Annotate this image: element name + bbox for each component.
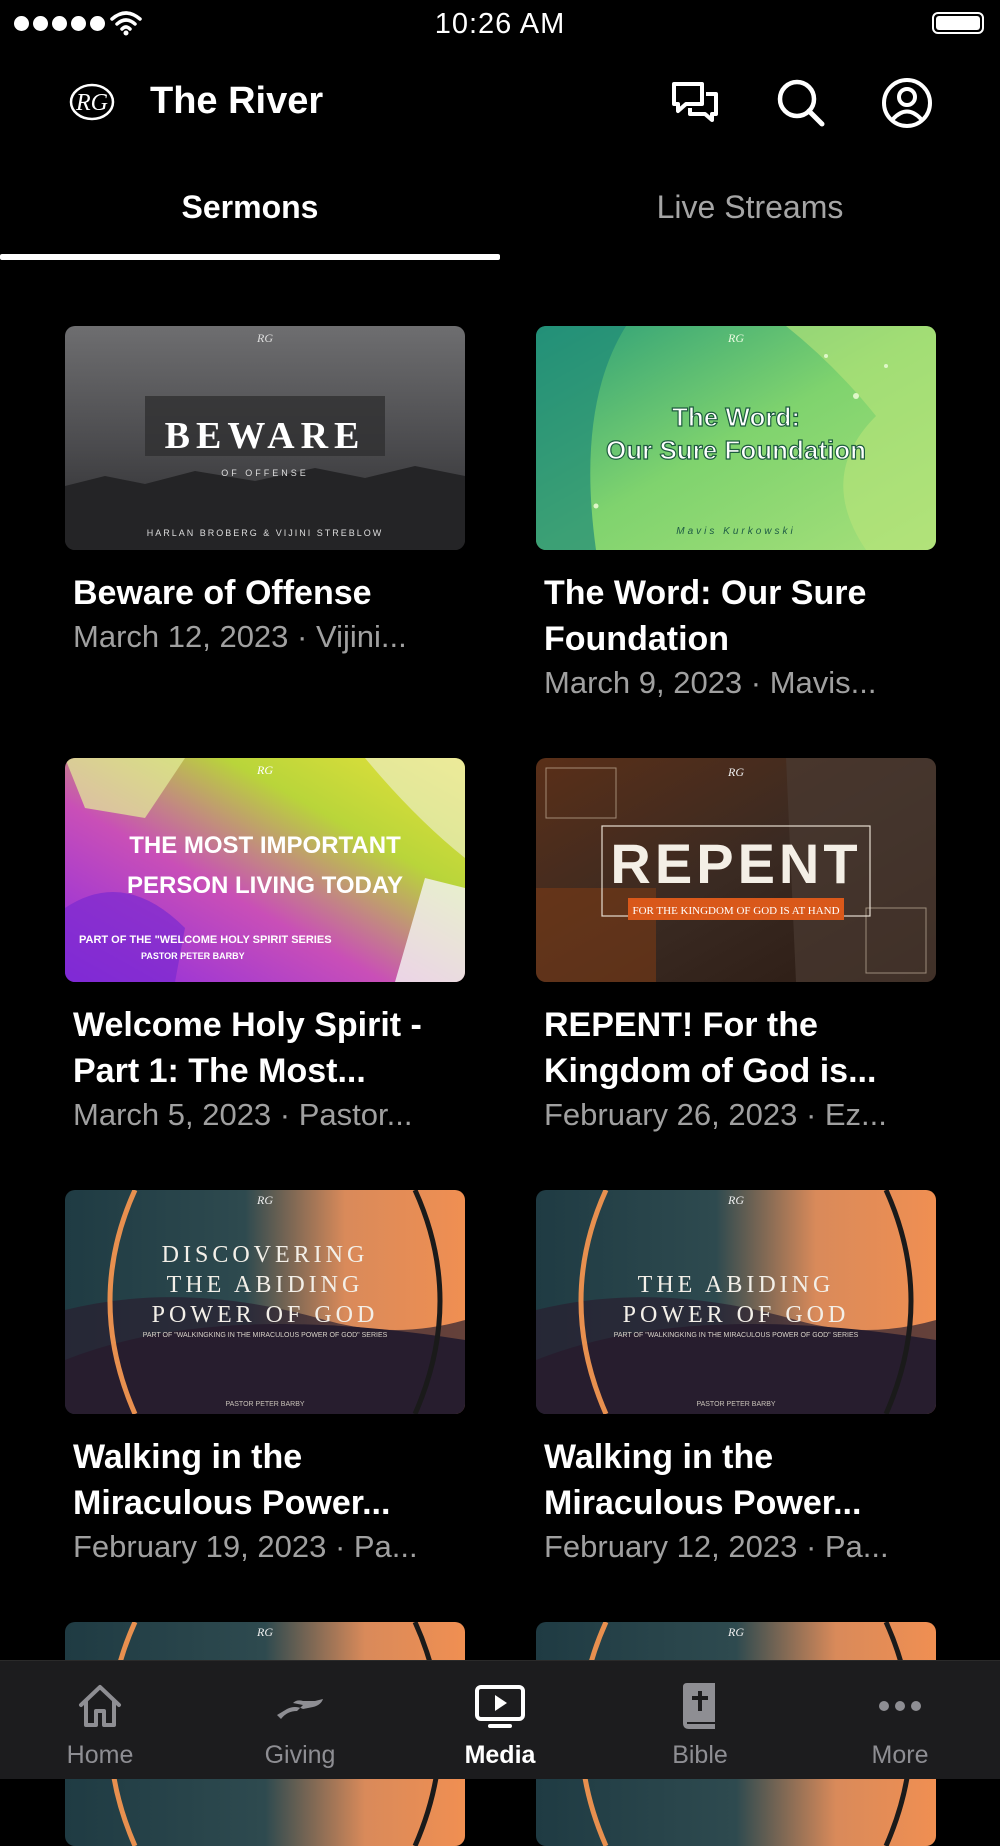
home-icon — [79, 1685, 121, 1727]
svg-text:RG: RG — [256, 331, 273, 345]
sermon-title: Walking in the Miraculous Power... — [73, 1438, 391, 1522]
more-icon — [879, 1701, 921, 1711]
sermon-meta: February 19, 2023 · Pa... — [73, 1529, 418, 1564]
sermon-thumbnail[interactable]: RG REPENT FOR THE KINGDOM OF GOD IS AT H… — [536, 758, 936, 982]
svg-text:RG: RG — [256, 763, 273, 777]
nav-more[interactable]: More — [800, 1661, 1000, 1779]
chat-icon[interactable] — [668, 76, 722, 130]
status-time: 10:26 AM — [434, 8, 566, 40]
nav-label: More — [871, 1741, 929, 1769]
media-tabs: Sermons Live Streams — [0, 160, 1000, 260]
svg-text:RG: RG — [256, 1193, 273, 1207]
svg-text:RG: RG — [727, 1625, 744, 1639]
svg-text:POWER OF GOD: POWER OF GOD — [152, 1302, 379, 1328]
svg-text:RG: RG — [75, 90, 108, 116]
nav-label: Giving — [264, 1741, 336, 1769]
svg-text:RG: RG — [727, 765, 744, 779]
svg-text:PASTOR PETER BARBY: PASTOR PETER BARBY — [696, 1401, 775, 1408]
svg-text:PASTOR PETER BARBY: PASTOR PETER BARBY — [225, 1401, 304, 1408]
svg-text:PASTOR PETER BARBY: PASTOR PETER BARBY — [141, 951, 245, 961]
church-logo[interactable]: RG — [68, 80, 116, 124]
sermon-thumbnail[interactable]: RG The Word: Our Sure Foundation Mavis K… — [536, 326, 936, 550]
svg-text:RG: RG — [727, 1193, 744, 1207]
sermon-meta: February 26, 2023 · Ez... — [544, 1097, 887, 1132]
nav-label: Home — [66, 1741, 134, 1769]
svg-text:HARLAN BROBERG & VIJINI STREBL: HARLAN BROBERG & VIJINI STREBLOW — [147, 528, 384, 538]
active-tab-indicator — [0, 254, 500, 260]
nav-giving[interactable]: Giving — [200, 1661, 400, 1779]
sermon-meta: March 12, 2023 · Vijini... — [73, 619, 407, 654]
nav-media[interactable]: Media — [400, 1661, 600, 1779]
svg-text:RG: RG — [256, 1625, 273, 1639]
status-bar: 10:26 AM — [0, 0, 1000, 50]
sermon-meta: February 12, 2023 · Pa... — [544, 1529, 889, 1564]
sermon-thumbnail[interactable]: RG THE MOST IMPORTANT PERSON LIVING TODA… — [65, 758, 465, 982]
nav-label: Media — [464, 1741, 536, 1769]
giving-icon — [277, 1699, 323, 1719]
search-icon[interactable] — [774, 76, 828, 130]
tab-live-streams[interactable]: Live Streams — [500, 160, 1000, 260]
svg-text:OF OFFENSE: OF OFFENSE — [221, 468, 309, 478]
nav-bible[interactable]: Bible — [600, 1661, 800, 1779]
nav-home[interactable]: Home — [0, 1661, 200, 1779]
bottom-tab-bar: Home Giving Media Bible More — [0, 1660, 1000, 1779]
sermon-title: Welcome Holy Spirit - Part 1: The Most..… — [73, 1006, 422, 1090]
svg-text:Mavis Kurkowski: Mavis Kurkowski — [676, 526, 795, 537]
svg-text:RG: RG — [727, 331, 744, 345]
tab-sermons[interactable]: Sermons — [0, 160, 500, 260]
svg-text:REPENT: REPENT — [610, 832, 861, 895]
svg-text:BEWARE: BEWARE — [165, 415, 366, 457]
sermon-card[interactable]: RG BEWARE OF OFFENSE HARLAN BROBERG & VI… — [65, 326, 465, 658]
sermon-card[interactable]: RG REPENT FOR THE KINGDOM OF GOD IS AT H… — [536, 758, 936, 1136]
sermon-title: Walking in the Miraculous Power... — [544, 1438, 862, 1522]
sermon-thumbnail[interactable]: RG BEWARE OF OFFENSE HARLAN BROBERG & VI… — [65, 326, 465, 550]
svg-text:PART OF "WALKINGKING IN THE MI: PART OF "WALKINGKING IN THE MIRACULOUS P… — [614, 1332, 859, 1339]
svg-text:PART OF "WALKINGKING IN THE MI: PART OF "WALKINGKING IN THE MIRACULOUS P… — [143, 1332, 388, 1339]
svg-text:The Word:: The Word: — [672, 402, 800, 432]
battery-icon — [932, 12, 984, 34]
sermon-card[interactable]: RG The Word: Our Sure Foundation Mavis K… — [536, 326, 936, 704]
svg-text:FOR THE KINGDOM OF GOD IS AT H: FOR THE KINGDOM OF GOD IS AT HAND — [632, 905, 839, 917]
app-header: RG The River — [0, 60, 1000, 145]
bible-icon — [683, 1683, 715, 1729]
profile-icon[interactable] — [880, 76, 934, 130]
sermon-meta: March 9, 2023 · Mavis... — [544, 665, 877, 700]
sermon-title: The Word: Our Sure Foundation — [544, 574, 867, 658]
sermon-thumbnail[interactable]: RG THE ABIDING POWER OF GOD PART OF "WAL… — [536, 1190, 936, 1414]
svg-text:Our Sure Foundation: Our Sure Foundation — [606, 435, 866, 465]
sermon-thumbnail[interactable]: RG DISCOVERING THE ABIDING POWER OF GOD … — [65, 1190, 465, 1414]
svg-text:DISCOVERING: DISCOVERING — [162, 1242, 369, 1268]
sermon-title: REPENT! For the Kingdom of God is... — [544, 1006, 877, 1090]
sermon-meta: March 5, 2023 · Pastor... — [73, 1097, 413, 1132]
svg-text:THE ABIDING: THE ABIDING — [167, 1272, 364, 1298]
svg-text:THE MOST IMPORTANT: THE MOST IMPORTANT — [129, 832, 401, 859]
svg-text:PERSON LIVING TODAY: PERSON LIVING TODAY — [127, 872, 403, 899]
svg-text:PART OF THE "WELCOME HOLY SPIR: PART OF THE "WELCOME HOLY SPIRIT SERIES — [79, 934, 332, 946]
svg-text:POWER OF GOD: POWER OF GOD — [623, 1302, 850, 1328]
sermon-card[interactable]: RG DISCOVERING THE ABIDING POWER OF GOD … — [65, 1190, 465, 1568]
nav-label: Bible — [672, 1741, 728, 1769]
media-icon — [475, 1685, 525, 1728]
sermon-title: Beware of Offense — [73, 574, 372, 612]
app-title: The River — [150, 80, 324, 122]
svg-text:THE ABIDING: THE ABIDING — [638, 1272, 835, 1298]
sermon-card[interactable]: RG THE MOST IMPORTANT PERSON LIVING TODA… — [65, 758, 465, 1136]
sermon-card[interactable]: RG THE ABIDING POWER OF GOD PART OF "WAL… — [536, 1190, 936, 1568]
